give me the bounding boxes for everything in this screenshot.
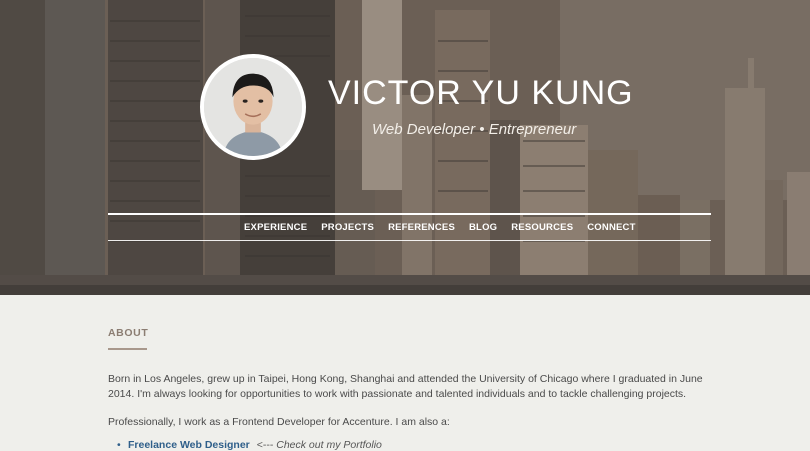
portfolio-note-arrow: <--- (256, 439, 274, 451)
nav-connect[interactable]: CONNECT (587, 222, 635, 233)
hero-banner: VICTOR YU KUNG Web Developer • Entrepren… (0, 0, 810, 295)
main-nav: EXPERIENCE PROJECTS REFERENCES BLOG RESO… (244, 222, 650, 233)
freelance-web-designer-link[interactable]: Freelance Web Designer (128, 439, 250, 451)
list-item: Freelance Web Designer <--- Check out my… (117, 439, 382, 451)
about-paragraph-professional: Professionally, I work as a Frontend Dev… (108, 416, 450, 428)
site-tagline: Web Developer • Entrepreneur (372, 121, 577, 138)
portfolio-note-text: Check out my Portfolio (276, 439, 382, 451)
nav-references[interactable]: REFERENCES (388, 222, 455, 233)
profile-avatar (200, 54, 306, 160)
section-title-about: ABOUT (108, 327, 149, 339)
portfolio-note: <--- Check out my Portfolio (257, 439, 382, 451)
nav-divider-top (108, 213, 711, 215)
nav-blog[interactable]: BLOG (469, 222, 497, 233)
nav-divider-bottom (108, 240, 711, 241)
section-underline (108, 348, 147, 350)
hero-overlay (0, 0, 810, 295)
nav-projects[interactable]: PROJECTS (321, 222, 374, 233)
about-paragraph-intro: Born in Los Angeles, grew up in Taipei, … (108, 373, 703, 400)
site-name: VICTOR YU KUNG (328, 74, 634, 112)
nav-experience[interactable]: EXPERIENCE (244, 222, 307, 233)
roles-list: Freelance Web Designer <--- Check out my… (117, 439, 382, 451)
nav-resources[interactable]: RESOURCES (511, 222, 573, 233)
profile-photo-icon (204, 58, 302, 156)
